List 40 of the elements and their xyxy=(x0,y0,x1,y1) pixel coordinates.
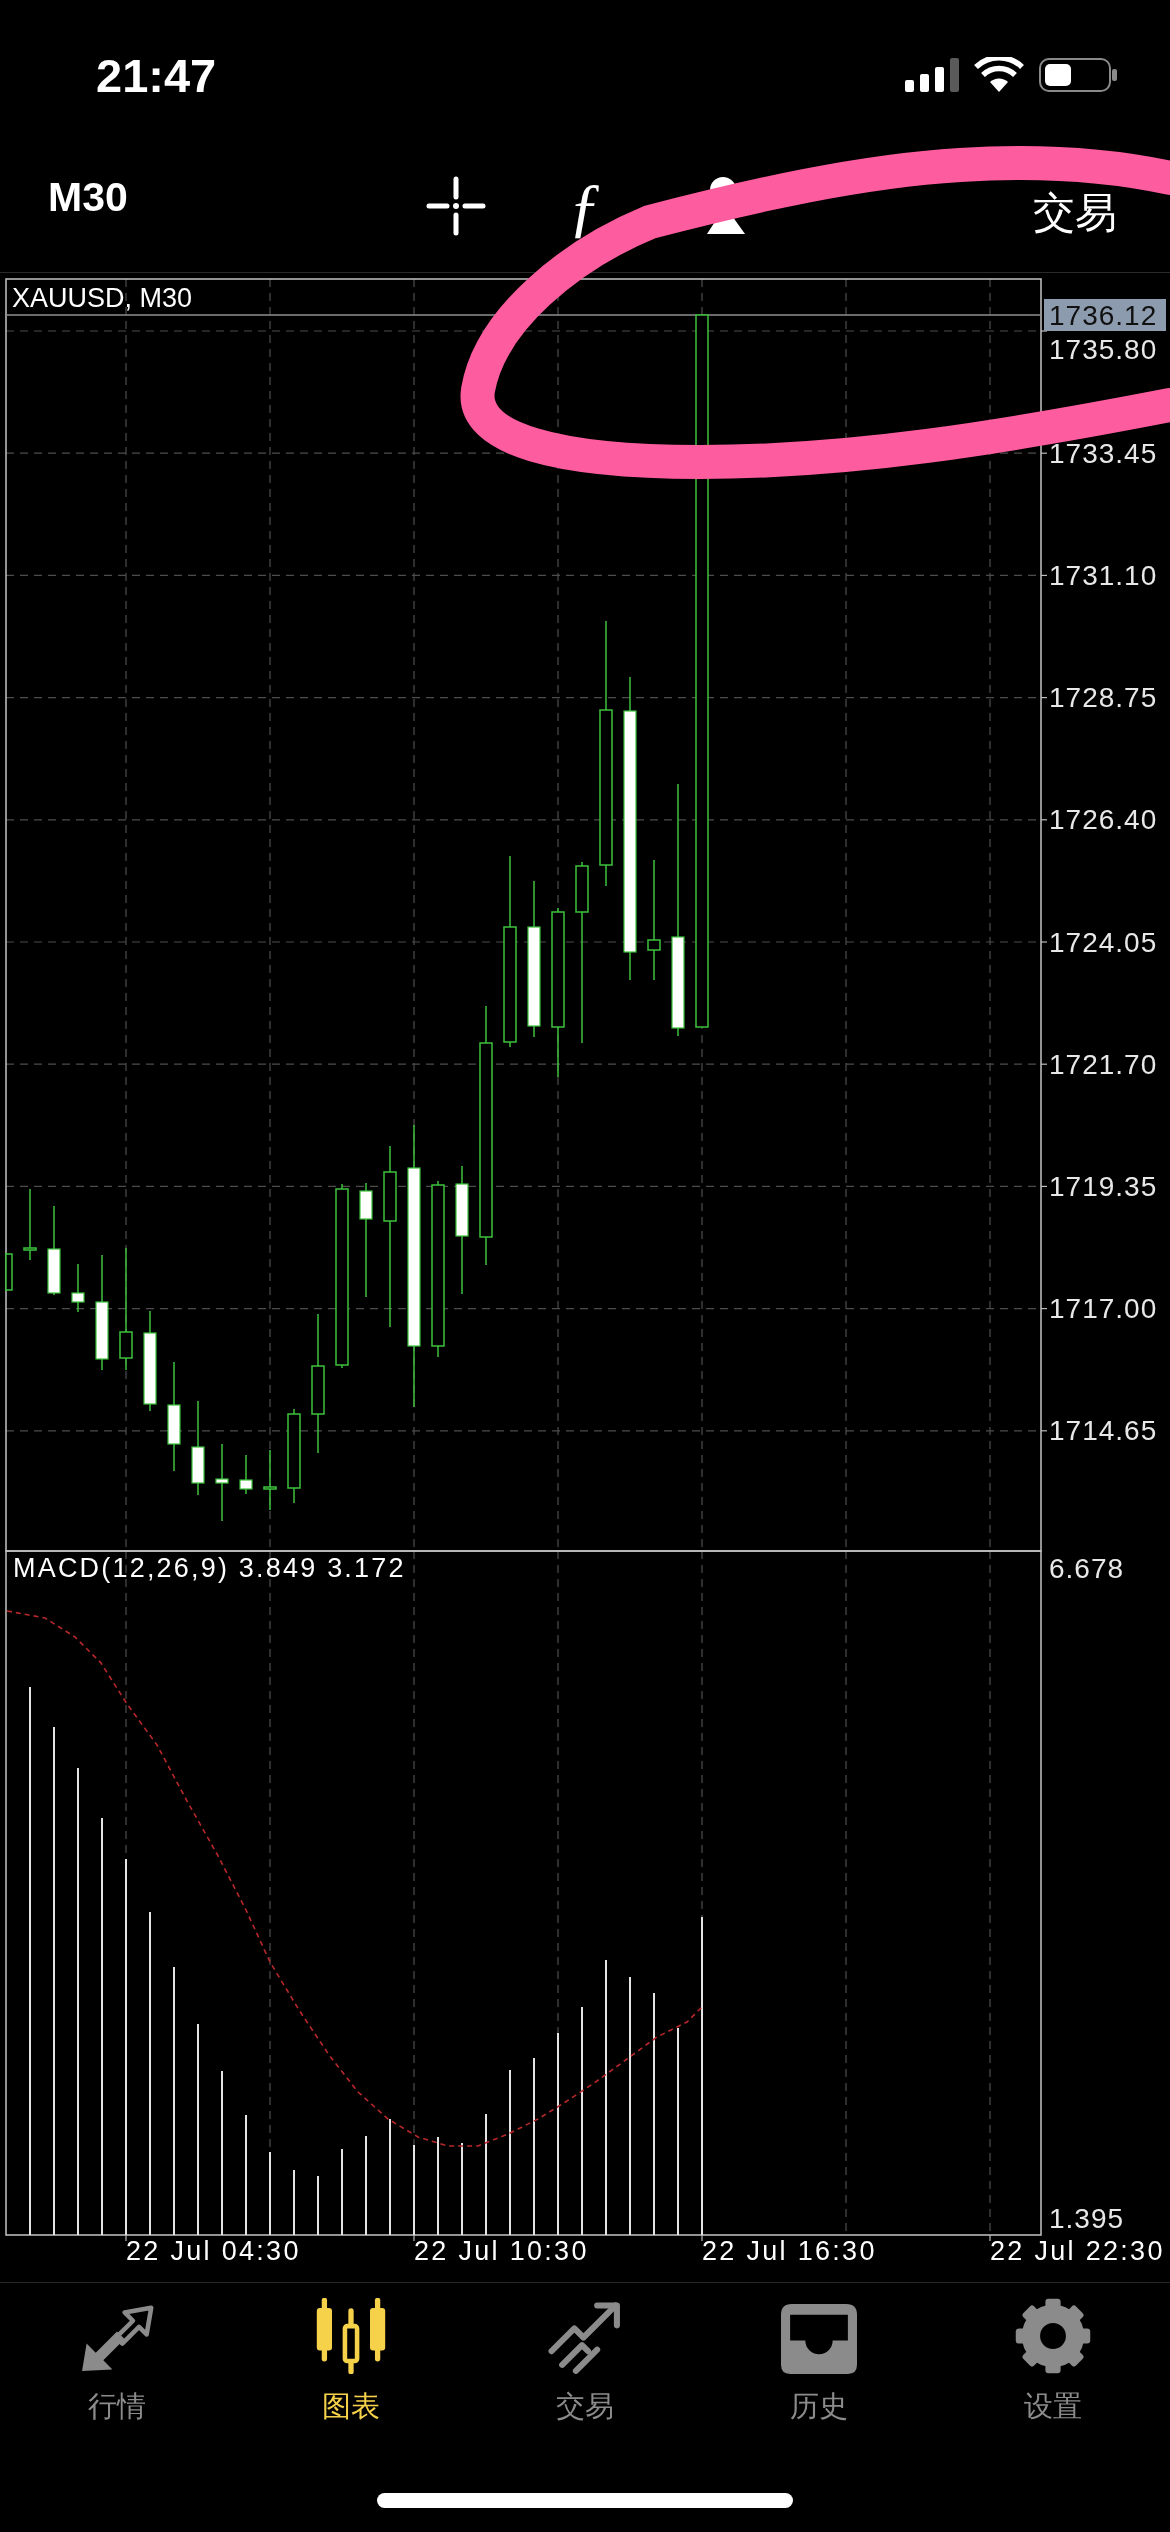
tab-bar-item[interactable]: 行情 xyxy=(79,2304,155,2423)
candlestick xyxy=(263,1449,277,1511)
indicator-label: MACD(12,26,9) 3.849 3.172 xyxy=(13,1553,406,1583)
settings-icon xyxy=(1015,2298,1091,2374)
price-axis-label: 1733.45 xyxy=(1049,437,1158,469)
price-axis-label: 1714.65 xyxy=(1049,1415,1158,1447)
candlestick xyxy=(5,1253,13,1291)
price-axis-label: 1728.75 xyxy=(1049,682,1158,714)
price-axis-label: 1721.70 xyxy=(1049,1048,1158,1080)
indicator-axis-label: 6.678 xyxy=(1049,1552,1125,1584)
crosshair-icon[interactable] xyxy=(425,176,486,236)
price-axis-label: 1717.00 xyxy=(1049,1293,1158,1325)
tab-bar-item[interactable]: 图表 xyxy=(313,2298,389,2423)
wifi-icon xyxy=(974,57,1024,93)
time-axis-label: 22 Jul 22:30 xyxy=(990,2236,1165,2266)
candlestick xyxy=(239,1454,253,1495)
current-price-badge: 1736.12 xyxy=(1044,299,1166,331)
status-time: 21:47 xyxy=(96,47,217,103)
price-axis-label: 1731.10 xyxy=(1049,559,1158,591)
price-axis-label: 1726.40 xyxy=(1049,804,1158,836)
tab-bar-item[interactable]: 历史 xyxy=(781,2304,857,2423)
tab-bar-item[interactable]: 交易 xyxy=(547,2301,623,2423)
tab-bar-item[interactable]: 设置 xyxy=(1015,2298,1091,2423)
indicator-axis-label: 1.395 xyxy=(1049,2202,1125,2234)
time-axis-label: 22 Jul 10:30 xyxy=(414,2236,589,2266)
time-axis-label: 22 Jul 04:30 xyxy=(126,2236,301,2266)
time-axis-label: 22 Jul 16:30 xyxy=(702,2236,877,2266)
inbox-icon xyxy=(781,2304,857,2374)
trend-arrow-icon xyxy=(547,2301,623,2374)
trade-button[interactable]: 交易 xyxy=(1033,185,1117,241)
function-button[interactable]: ƒ xyxy=(561,173,608,239)
price-axis-label: 1719.35 xyxy=(1049,1170,1158,1202)
diagonal-arrows-icon xyxy=(79,2304,155,2374)
price-axis-label: 1735.80 xyxy=(1049,333,1158,365)
price-axis-label: 1724.05 xyxy=(1049,926,1158,958)
signal-icon xyxy=(905,58,959,92)
timeframe-button[interactable]: M30 xyxy=(48,173,128,221)
chart-title: XAUUSD, M30 xyxy=(12,283,193,313)
battery-icon xyxy=(1039,58,1117,92)
candlestick xyxy=(71,1263,85,1313)
